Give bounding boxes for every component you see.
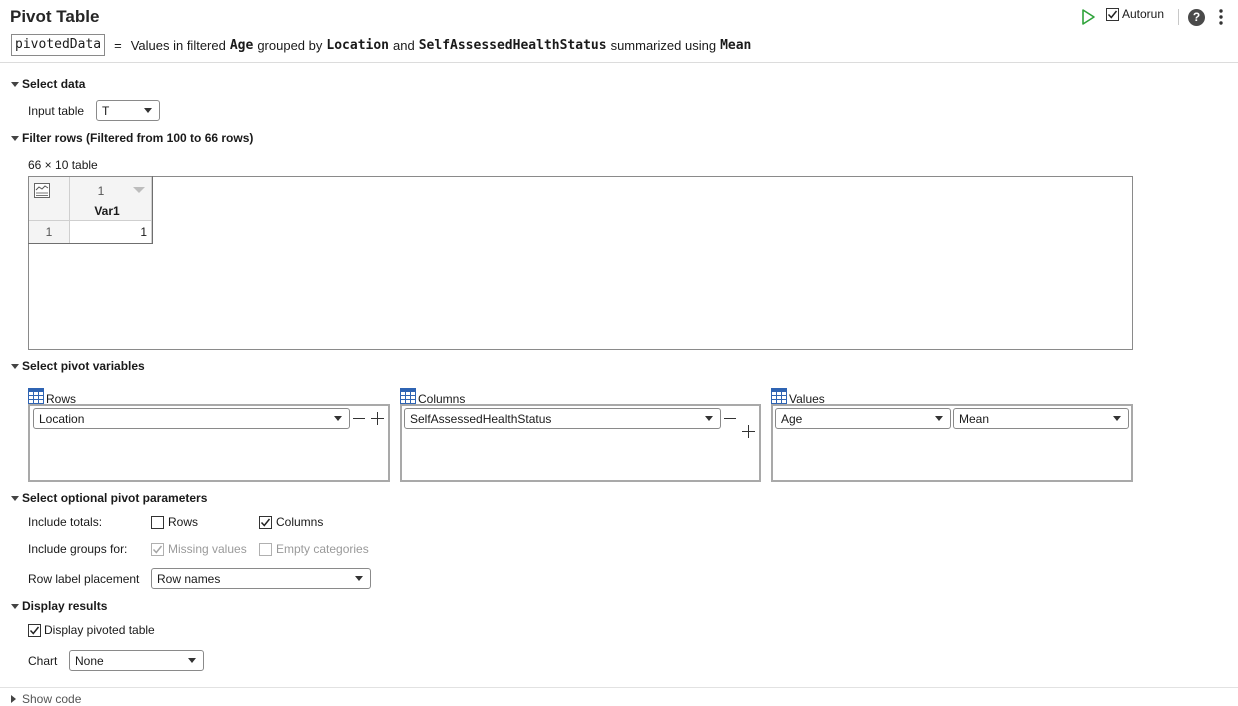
table-grid-icon — [771, 387, 787, 404]
display-pivoted-option[interactable]: Display pivoted table — [28, 623, 155, 637]
chevron-down-icon — [1113, 416, 1121, 421]
chevron-down-icon — [705, 416, 713, 421]
toolbar-divider — [1178, 9, 1179, 25]
output-variable-field[interactable]: pivotedData — [11, 34, 106, 56]
display-pivoted-checkbox[interactable] — [28, 623, 41, 637]
page-title: Pivot Table — [10, 7, 100, 26]
collapse-icon — [11, 136, 19, 141]
section-filter-rows[interactable]: Filter rows (Filtered from 100 to 66 row… — [11, 131, 253, 145]
include-groups-label: Include groups for: — [28, 542, 128, 556]
table-size-label: 66 × 10 table — [28, 158, 98, 172]
add-row-variable-button[interactable] — [371, 412, 384, 425]
section-heading: Select optional pivot parameters — [22, 491, 208, 505]
autorun-checkbox[interactable] — [1106, 7, 1119, 21]
columns-area-title: Columns — [400, 385, 465, 406]
expand-icon — [11, 695, 16, 703]
totals-columns-option[interactable]: Columns — [259, 515, 323, 529]
input-table-dropdown[interactable]: T — [96, 100, 160, 121]
collapse-icon — [11, 82, 19, 87]
summary-text-4: summarized using — [610, 37, 717, 53]
chart-value: None — [75, 653, 104, 668]
values-method-dropdown[interactable]: Mean — [953, 408, 1129, 429]
chevron-down-icon — [188, 658, 196, 663]
equals-sign: = — [114, 37, 122, 53]
rows-variable-dropdown[interactable]: Location — [33, 408, 350, 429]
totals-rows-checkbox[interactable] — [151, 515, 164, 529]
values-variable-dropdown[interactable]: Age — [775, 408, 951, 429]
chevron-down-icon — [144, 108, 152, 113]
section-heading: Filter rows (Filtered from 100 to 66 row… — [22, 131, 254, 145]
empty-categories-label: Empty categories — [276, 542, 369, 556]
more-options-icon[interactable] — [1214, 8, 1228, 26]
rows-variable-value: Location — [39, 411, 85, 426]
totals-columns-checkbox[interactable] — [259, 515, 272, 529]
help-icon[interactable]: ? — [1188, 9, 1205, 26]
totals-columns-label: Columns — [276, 515, 324, 529]
missing-values-checkbox — [151, 542, 164, 556]
chart-label: Chart — [28, 654, 58, 668]
row-label-placement-value: Row names — [157, 571, 221, 586]
show-code-toggle[interactable]: Show code — [11, 692, 81, 706]
include-totals-label: Include totals: — [28, 515, 103, 529]
summary-text-3: and — [393, 37, 415, 53]
collapse-icon — [11, 364, 19, 369]
chevron-down-icon — [334, 416, 342, 421]
values-method-value: Mean — [959, 411, 990, 426]
remove-column-variable-button[interactable] — [724, 418, 736, 419]
remove-row-variable-button[interactable] — [353, 418, 365, 419]
input-table-label: Input table — [28, 104, 85, 118]
section-optional-parameters[interactable]: Select optional pivot parameters — [11, 491, 207, 505]
empty-categories-option: Empty categories — [259, 542, 369, 556]
values-area-title: Values — [771, 385, 825, 406]
rows-area-title: Rows — [28, 385, 76, 406]
add-column-variable-button[interactable] — [742, 425, 755, 438]
missing-values-label: Missing values — [168, 542, 247, 556]
section-heading: Select pivot variables — [22, 359, 145, 373]
autorun-toggle[interactable]: Autorun — [1106, 7, 1164, 21]
row-label-placement-label: Row label placement — [28, 572, 140, 586]
section-heading: Display results — [22, 599, 108, 613]
section-heading: Select data — [22, 77, 86, 91]
row-label-placement-dropdown[interactable]: Row names — [151, 568, 371, 589]
run-button[interactable] — [1079, 8, 1097, 26]
table-grid-icon — [28, 387, 44, 404]
section-display-results[interactable]: Display results — [11, 599, 107, 613]
summary-value-var: Age — [229, 37, 254, 53]
chevron-down-icon — [935, 416, 943, 421]
run-icon — [1082, 9, 1095, 25]
autorun-label: Autorun — [1122, 7, 1165, 21]
display-pivoted-label: Display pivoted table — [44, 623, 155, 637]
chart-dropdown[interactable]: None — [69, 650, 204, 671]
totals-rows-option[interactable]: Rows — [151, 515, 198, 529]
summary-text-1: Values in filtered — [130, 37, 226, 53]
show-code-label: Show code — [22, 692, 82, 706]
input-table-value: T — [102, 103, 110, 118]
table-grid-icon — [400, 387, 416, 404]
summary-col-var: SelfAssessedHealthStatus — [418, 37, 607, 53]
summary-text-2: grouped by — [257, 37, 323, 53]
empty-categories-checkbox — [259, 542, 272, 556]
table-grid-border — [28, 176, 153, 244]
chevron-down-icon — [355, 576, 363, 581]
summary-row-var: Location — [326, 37, 390, 53]
header-divider — [0, 62, 1238, 63]
columns-variable-value: SelfAssessedHealthStatus — [410, 411, 552, 426]
section-select-data[interactable]: Select data — [11, 77, 85, 91]
missing-values-option: Missing values — [151, 542, 247, 556]
collapse-icon — [11, 604, 19, 609]
columns-variable-dropdown[interactable]: SelfAssessedHealthStatus — [404, 408, 721, 429]
summary-method: Mean — [720, 37, 752, 53]
totals-rows-label: Rows — [168, 515, 199, 529]
collapse-icon — [11, 496, 19, 501]
footer-bar — [0, 687, 1238, 705]
values-variable-value: Age — [781, 411, 803, 426]
filter-table-view[interactable] — [28, 176, 1133, 350]
summary-line: pivotedData = Values in filtered Age gro… — [11, 34, 755, 56]
section-pivot-variables[interactable]: Select pivot variables — [11, 359, 145, 373]
